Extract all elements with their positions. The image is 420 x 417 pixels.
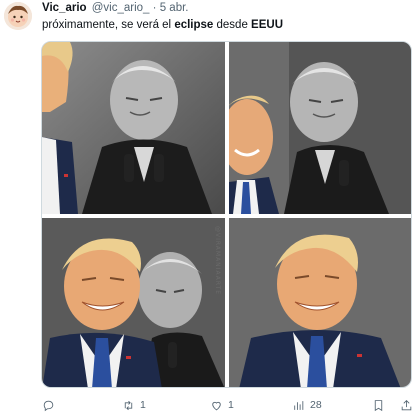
- retweet-icon: [124, 400, 133, 410]
- bookmark-icon: [374, 399, 383, 411]
- tweet-actions: 1 1 28: [42, 396, 412, 414]
- views-button[interactable]: 28: [292, 396, 322, 414]
- media-image-1[interactable]: [42, 42, 225, 214]
- reply-icon: [43, 400, 54, 411]
- media-image-2[interactable]: [229, 42, 411, 214]
- user-handle[interactable]: @vic_ario_: [92, 2, 150, 14]
- tweet-text-bold-eclipse: eclipse: [174, 19, 214, 31]
- share-icon: [401, 399, 412, 410]
- retweet-button[interactable]: 1: [122, 396, 146, 414]
- separator-dot: ·: [152, 2, 157, 14]
- tweet-text-part: próximamente, se verá el: [42, 19, 175, 31]
- watermark: @VIRAMANIAARTE: [214, 226, 221, 296]
- retweet-count: 1: [140, 399, 146, 411]
- views-count: 28: [310, 399, 322, 411]
- tweet-text: próximamente, se verá el eclipse desde E…: [42, 18, 283, 32]
- views-icon: [294, 400, 304, 410]
- heart-icon: [212, 401, 221, 410]
- tweet[interactable]: Vic_ario @vic_ario_ · 5 abr. próximament…: [0, 0, 420, 417]
- like-button[interactable]: 1: [210, 396, 234, 414]
- media-image-3[interactable]: @VIRAMANIAARTE: [42, 218, 225, 387]
- tweet-text-bold-eeuu: EEUU: [251, 19, 283, 31]
- avatar[interactable]: [4, 2, 32, 30]
- like-count: 1: [228, 399, 234, 411]
- tweet-date[interactable]: 5 abr.: [160, 2, 189, 14]
- media-image-4[interactable]: [229, 218, 411, 387]
- bookmark-button[interactable]: [372, 396, 385, 414]
- share-button[interactable]: [400, 396, 413, 414]
- tweet-text-part: desde: [213, 19, 252, 31]
- display-name[interactable]: Vic_ario: [42, 2, 87, 14]
- tweet-header: Vic_ario @vic_ario_ · 5 abr.: [42, 1, 188, 15]
- reply-button[interactable]: [42, 396, 55, 414]
- media-grid: @VIRAMANIAARTE: [41, 41, 412, 388]
